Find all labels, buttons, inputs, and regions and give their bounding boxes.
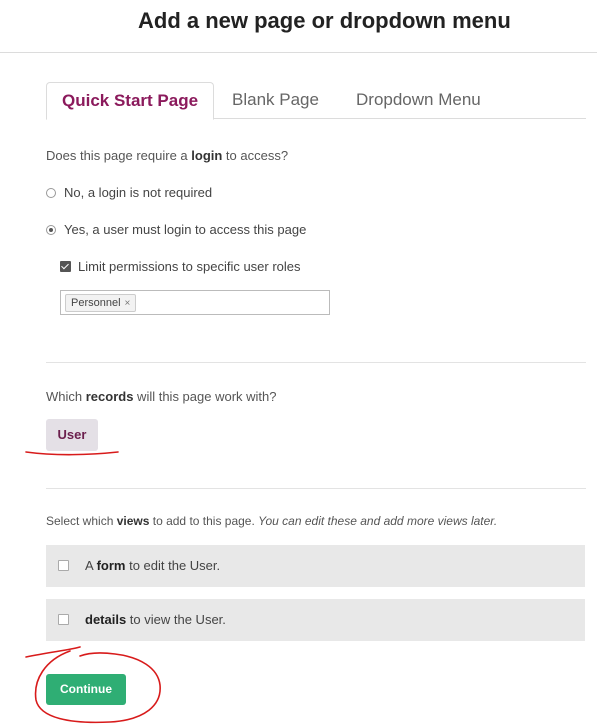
checkbox[interactable] [58,560,69,571]
page-title: Add a new page or dropdown menu [138,8,511,33]
records-question: Which records will this page work with? [46,389,277,404]
role-tag: Personnel × [65,294,137,312]
remove-tag-icon[interactable]: × [125,298,131,309]
continue-button[interactable]: Continue [46,674,126,705]
view-option-form[interactable]: A form to edit the User. [46,545,585,587]
view-option-label: details to view the User. [85,612,226,627]
divider [46,488,586,489]
header: Add a new page or dropdown menu [0,0,597,53]
radio-label: Yes, a user must login to access this pa… [64,222,307,237]
radio-label: No, a login is not required [64,185,213,200]
checkbox[interactable] [58,614,69,625]
divider [46,362,586,363]
tab-quick-start-page[interactable]: Quick Start Page [46,82,215,120]
tab-bar: Quick Start Page Blank Page Dropdown Men… [46,82,586,120]
tab-dropdown-menu[interactable]: Dropdown Menu [356,82,481,117]
view-option-label: A form to edit the User. [85,558,221,573]
radio-login-required[interactable]: Yes, a user must login to access this pa… [46,222,306,237]
checkbox-checked[interactable] [60,261,71,272]
underline-annotation [25,451,119,456]
limit-permissions-checkbox[interactable]: Limit permissions to specific user roles [60,259,301,274]
record-user-button[interactable]: User [46,419,98,451]
view-option-details[interactable]: details to view the User. [46,599,585,641]
login-question: Does this page require a login to access… [46,148,289,163]
user-roles-input[interactable]: Personnel × [60,290,330,315]
tab-blank-page[interactable]: Blank Page [232,82,319,117]
checkbox-label: Limit permissions to specific user roles [78,259,301,274]
radio-button[interactable] [46,187,56,198]
views-question: Select which views to add to this page. … [46,514,498,528]
radio-login-not-required[interactable]: No, a login is not required [46,185,212,200]
radio-button-selected[interactable] [46,224,56,235]
